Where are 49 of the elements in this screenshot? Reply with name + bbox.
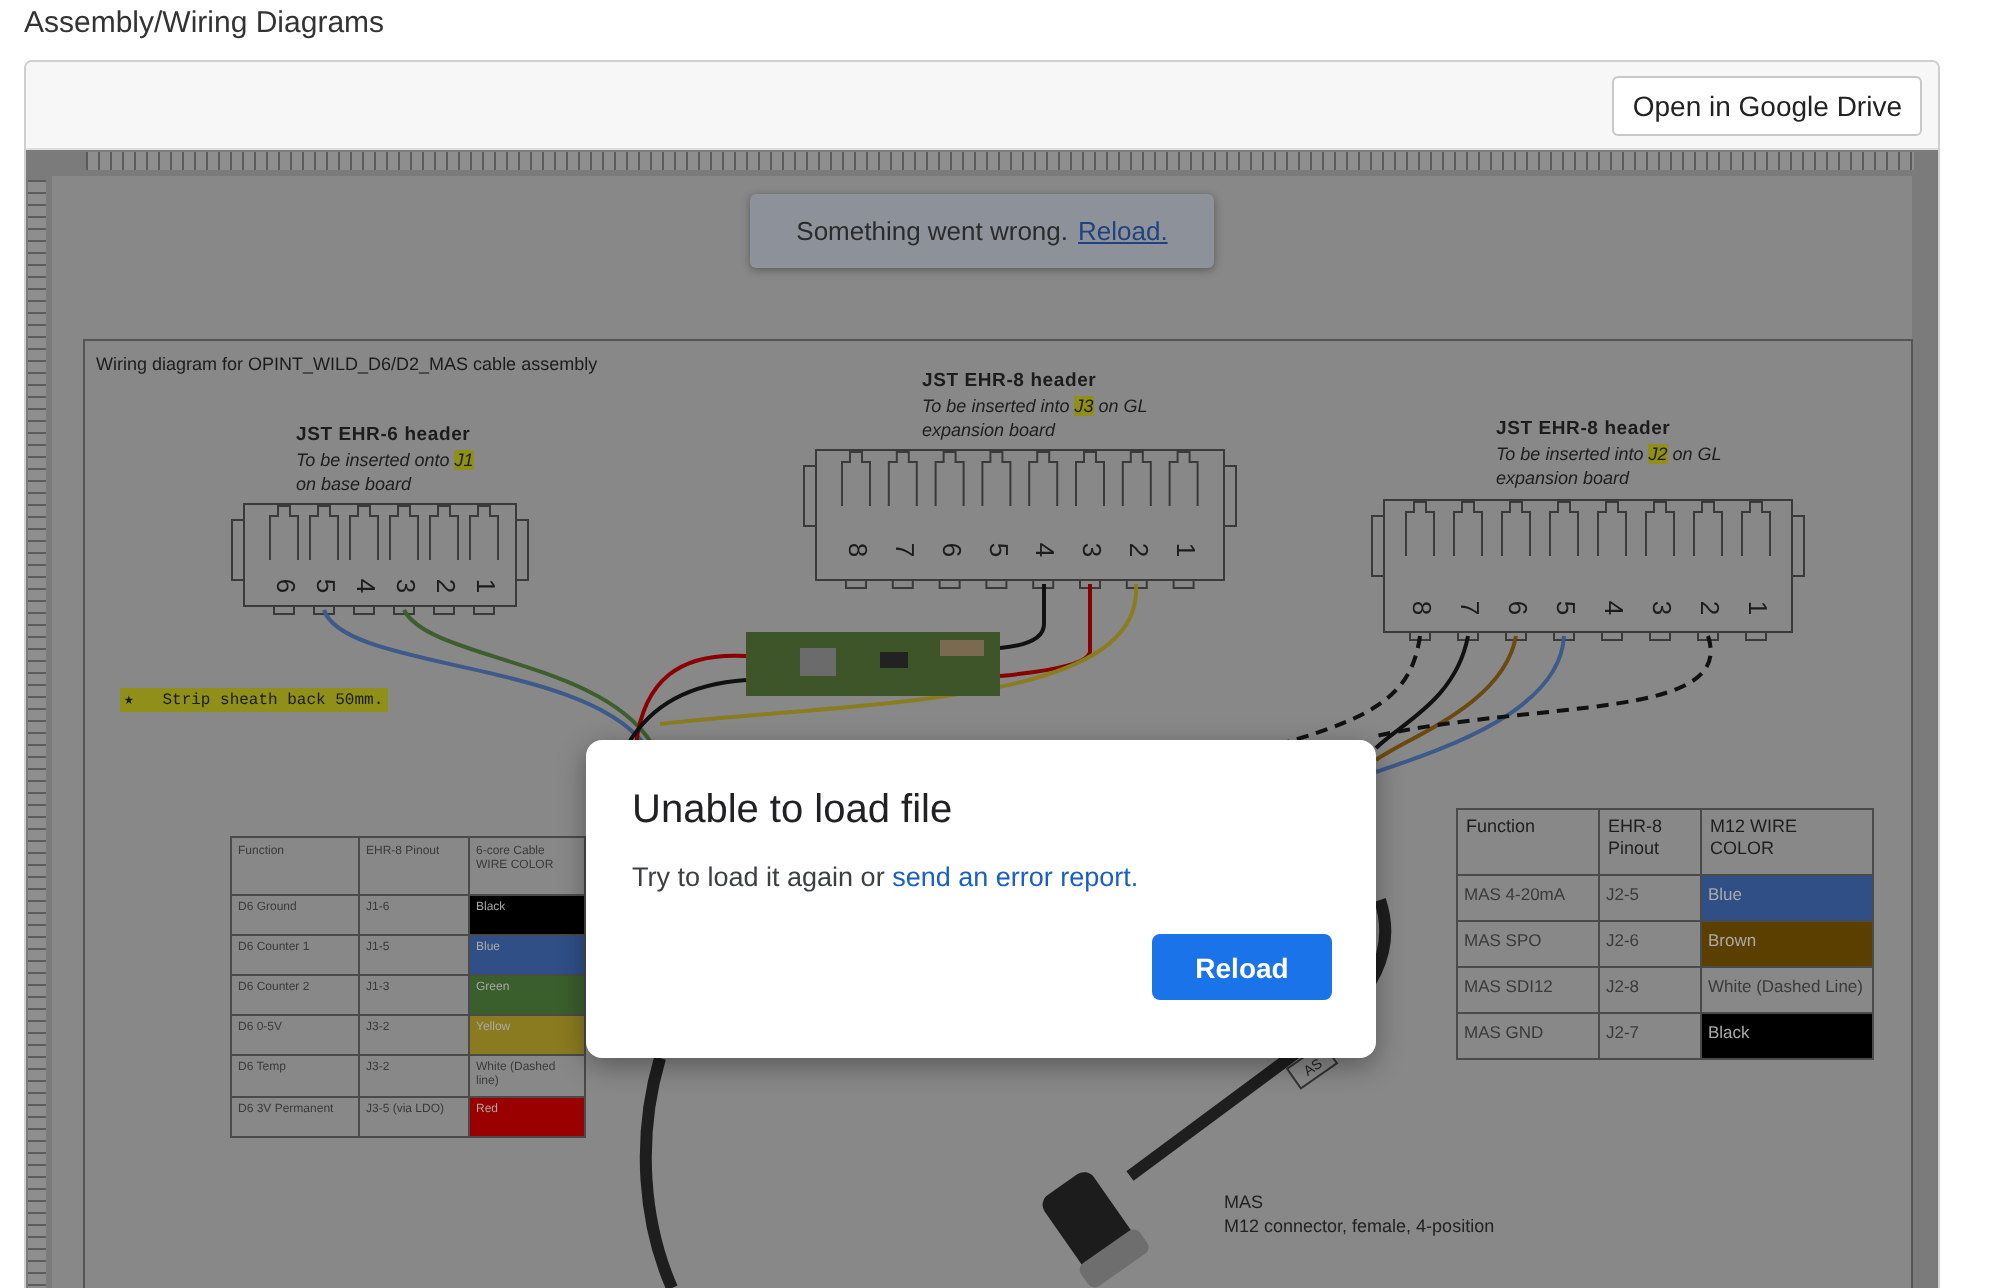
error-report-link[interactable]: send an error report.	[892, 862, 1139, 892]
pin-number: 3	[1647, 600, 1678, 616]
reload-link[interactable]: Reload.	[1078, 216, 1168, 246]
pin-number: 1	[1743, 600, 1774, 616]
table-cell: MAS SDI12	[1457, 967, 1599, 1013]
pin-number: 5	[311, 578, 342, 594]
pin-number: 1	[471, 578, 502, 594]
pin-number: 4	[1599, 600, 1630, 616]
header-title: JST EHR-6 header	[296, 424, 471, 446]
header-title: JST EHR-8 header	[922, 370, 1097, 392]
reload-button[interactable]: Reload	[1152, 934, 1332, 1000]
strip-note: ★ Strip sheath back 50mm.	[120, 688, 388, 712]
table-cell: MAS SPO	[1457, 921, 1599, 967]
table-cell: J2-8	[1599, 967, 1701, 1013]
table-cell: Black	[1701, 1013, 1873, 1059]
table-cell: Brown	[1701, 921, 1873, 967]
pin-number: 6	[271, 578, 302, 594]
table-cell: MAS GND	[1457, 1013, 1599, 1059]
dialog-title: Unable to load file	[632, 788, 955, 834]
header-note: To be inserted onto J1 on base board	[296, 448, 474, 496]
pin-number: 4	[1030, 542, 1061, 558]
pin-number: 3	[1077, 542, 1108, 558]
pin-number: 1	[1170, 542, 1201, 558]
table-header: Function	[1457, 809, 1599, 875]
pin-number: 2	[1695, 600, 1726, 616]
pin-number: 5	[983, 542, 1014, 558]
pin-number: 4	[351, 578, 382, 594]
header-title: JST EHR-8 header	[1496, 418, 1671, 440]
pin-number: 7	[889, 542, 920, 558]
pin-number: 8	[843, 542, 874, 558]
pin-number: 2	[431, 578, 462, 594]
diagram-title: Wiring diagram for OPINT_WILD_D6/D2_MAS cable assembly	[96, 354, 598, 374]
header-note: To be inserted into J3 on GL expansion board	[922, 394, 1148, 442]
error-message: Something went wrong.	[796, 216, 1069, 246]
pin-number: 5	[1551, 600, 1582, 616]
dialog-message: Try to load it again or send an error report.	[632, 862, 1141, 892]
connector-caption: MAS M12 connector, female, 4-position	[1224, 1190, 1495, 1238]
table-cell: MAS 4-20mA	[1457, 875, 1599, 921]
page-title: Assembly/Wiring Diagrams	[22, 4, 387, 44]
pin-number: 7	[1455, 600, 1486, 616]
pin-number: 2	[1123, 542, 1154, 558]
pin-number: 3	[391, 578, 422, 594]
pin-number: 8	[1407, 600, 1438, 616]
table-cell: Blue	[1701, 875, 1873, 921]
pin-number: 6	[936, 542, 967, 558]
open-in-drive-button[interactable]: Open in Google Drive	[1612, 75, 1922, 135]
header-note: To be inserted into J2 on GL expansion board	[1496, 442, 1722, 490]
pin-number: 6	[1503, 600, 1534, 616]
table-header: EHR-8 Pinout	[1599, 809, 1701, 875]
